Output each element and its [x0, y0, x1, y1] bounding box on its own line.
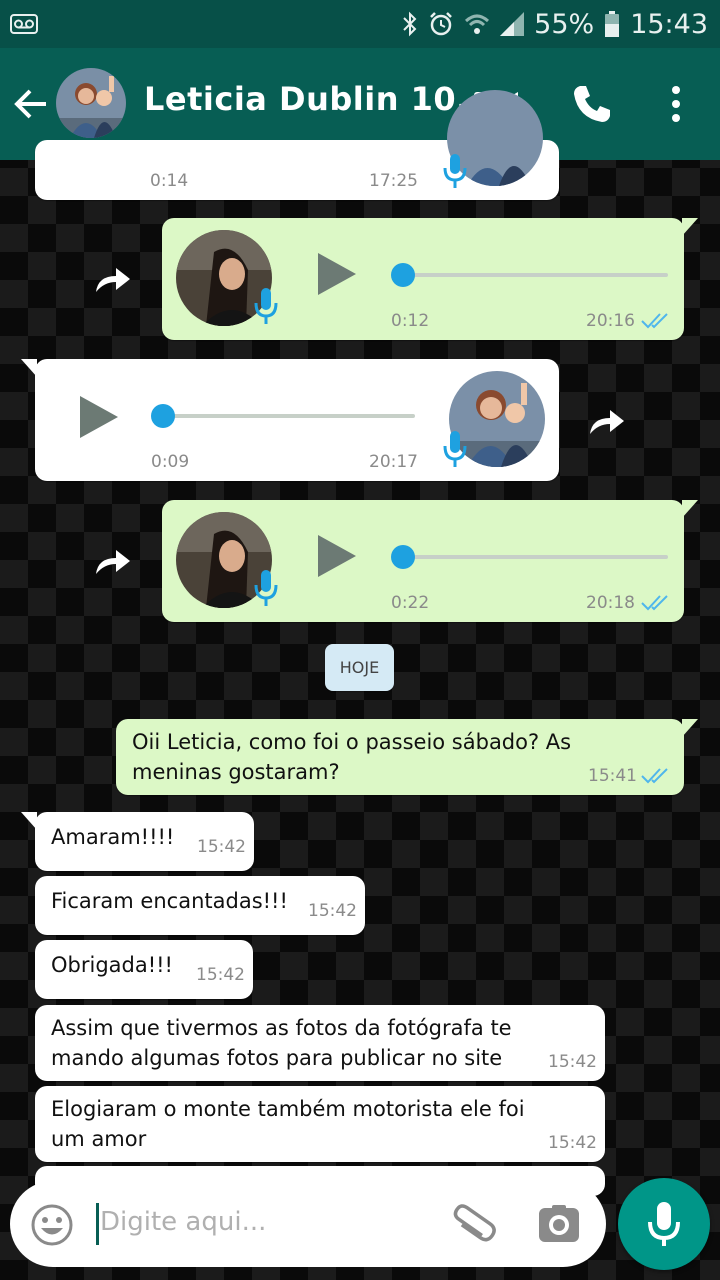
text-message-incoming: Assim que tivermos as fotos da fotógrafa…: [35, 1005, 605, 1081]
voice-progress-knob[interactable]: [391, 263, 415, 287]
message-text: Ficaram encantadas!!!: [51, 889, 288, 913]
message-time: 20:18: [586, 593, 635, 613]
message-text: Elogiaram o monte também motorista ele f…: [51, 1097, 525, 1151]
bluetooth-icon: [403, 11, 417, 37]
text-message-incoming: Elogiaram o monte também motorista ele f…: [35, 1086, 605, 1162]
text-message-incoming: Amaram!!!! 15:42: [21, 812, 254, 871]
message-time: 15:42: [548, 1133, 597, 1153]
contact-avatar[interactable]: [56, 68, 126, 138]
text-message-incoming: Obrigada!!! 15:42: [35, 940, 253, 999]
play-icon[interactable]: [318, 535, 356, 577]
forward-icon[interactable]: [94, 546, 132, 576]
voice-message-outgoing: 0:12 20:16: [162, 218, 698, 340]
message-time: 20:16: [586, 311, 635, 331]
voice-progress-knob[interactable]: [151, 404, 175, 428]
voice-progress-track[interactable]: [400, 273, 668, 277]
voice-progress-track[interactable]: [163, 414, 415, 418]
message-time: 20:17: [369, 452, 418, 472]
camera-icon[interactable]: [538, 1205, 580, 1243]
clock: 15:43: [630, 8, 708, 40]
status-bar: 55% 15:43: [0, 0, 720, 48]
mic-icon: [254, 288, 278, 324]
message-time: 15:42: [308, 901, 357, 921]
phone-icon[interactable]: [572, 84, 612, 124]
voicemail-icon: [10, 14, 38, 34]
text-cursor: [96, 1203, 99, 1245]
voice-duration: 0:22: [391, 593, 430, 613]
voice-message-incoming: 0:14 17:25: [35, 90, 559, 200]
message-text: Amaram!!!!: [51, 825, 175, 849]
message-input[interactable]: Digite aqui...: [100, 1207, 266, 1237]
message-composer[interactable]: Digite aqui...: [10, 1181, 606, 1267]
play-icon[interactable]: [80, 396, 118, 438]
message-text: Assim que tivermos as fotos da fotógrafa…: [51, 1016, 512, 1070]
voice-duration: 0:09: [151, 452, 190, 472]
wifi-icon: [465, 14, 490, 34]
play-icon[interactable]: [318, 253, 356, 295]
alarm-icon: [430, 12, 453, 36]
double-check-icon: [641, 595, 668, 611]
double-check-icon: [641, 313, 668, 329]
message-text: Oii Leticia, como foi o passeio sábado? …: [132, 730, 572, 784]
message-time: 17:25: [369, 171, 418, 191]
back-arrow-icon[interactable]: [14, 86, 50, 122]
message-time: 15:42: [196, 965, 245, 985]
mic-icon: [648, 1202, 680, 1246]
text-message-outgoing: Oii Leticia, como foi o passeio sábado? …: [116, 719, 698, 795]
date-divider: HOJE: [325, 644, 394, 691]
forward-icon[interactable]: [588, 406, 626, 436]
voice-progress-track[interactable]: [400, 555, 668, 559]
mic-icon: [254, 570, 278, 606]
mic-icon: [443, 154, 467, 188]
message-time: 15:42: [197, 837, 246, 857]
message-time: 15:41: [588, 766, 637, 786]
more-vert-icon[interactable]: [668, 84, 684, 124]
signal-icon: [500, 12, 525, 36]
voice-message-incoming: 0:09 20:17: [21, 359, 559, 481]
contact-name[interactable]: Leticia Dublin 10...: [144, 80, 494, 118]
voice-message-outgoing: 0:22 20:18: [162, 500, 698, 622]
mic-icon: [443, 431, 467, 467]
double-check-icon: [641, 768, 668, 784]
battery-icon: [605, 11, 620, 37]
voice-progress-knob[interactable]: [391, 545, 415, 569]
voice-duration: 0:14: [150, 171, 189, 191]
message-time: 15:42: [548, 1052, 597, 1072]
battery-percent: 55%: [534, 8, 595, 40]
emoji-icon[interactable]: [30, 1203, 74, 1247]
attach-icon[interactable]: [448, 1201, 496, 1249]
forward-icon[interactable]: [94, 264, 132, 294]
message-text: Obrigada!!!: [51, 953, 173, 977]
text-message-incoming: Ficaram encantadas!!! 15:42: [35, 876, 365, 935]
voice-duration: 0:12: [391, 311, 430, 331]
voice-record-button[interactable]: [618, 1178, 710, 1270]
